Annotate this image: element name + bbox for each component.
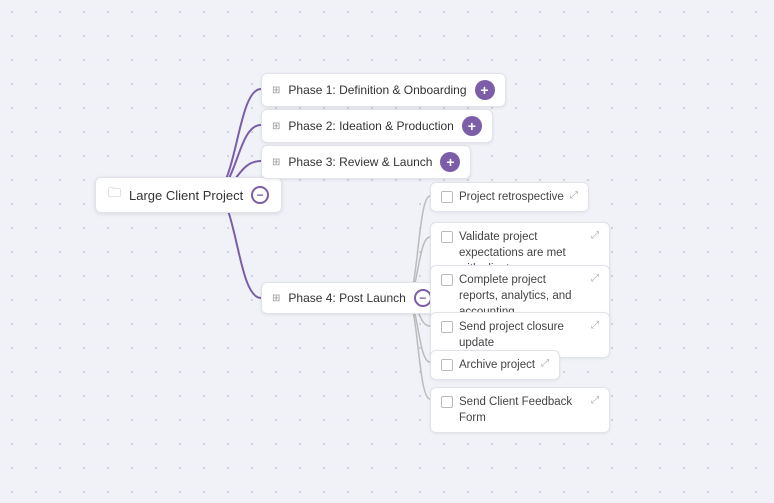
phase4-label: Phase 4: Post Launch <box>288 291 405 305</box>
phase2-label: Phase 2: Ideation & Production <box>288 119 453 133</box>
phase1-node[interactable]: ⊞ Phase 1: Definition & Onboarding + <box>261 73 506 107</box>
task1-label: Project retrospective <box>459 189 564 205</box>
grid-icon-phase3: ⊞ <box>272 157 280 168</box>
root-collapse-button[interactable]: − <box>251 186 269 204</box>
grid-icon-phase1: ⊞ <box>272 85 280 96</box>
task5-expand-icon[interactable]: ⤢ <box>541 357 549 371</box>
task6-label: Send Client Feedback Form <box>459 394 585 426</box>
task5-checkbox[interactable] <box>441 359 453 371</box>
phase4-node[interactable]: ⊞ Phase 4: Post Launch − <box>261 282 443 314</box>
mindmap-canvas: 🗀 Large Client Project − ⊞ Phase 1: Defi… <box>0 0 774 503</box>
task6-node[interactable]: Send Client Feedback Form ⤢ <box>430 387 610 433</box>
task5-node[interactable]: Archive project ⤢ <box>430 350 560 380</box>
phase3-add-button[interactable]: + <box>440 152 460 172</box>
task5-label: Archive project <box>459 357 535 373</box>
task4-checkbox[interactable] <box>441 321 453 333</box>
root-node[interactable]: 🗀 Large Client Project − <box>95 177 282 213</box>
task1-checkbox[interactable] <box>441 191 453 203</box>
task6-checkbox[interactable] <box>441 396 453 408</box>
task1-expand-icon[interactable]: ⤢ <box>570 189 578 203</box>
phase3-node[interactable]: ⊞ Phase 3: Review & Launch + <box>261 145 471 179</box>
phase2-node[interactable]: ⊞ Phase 2: Ideation & Production + <box>261 109 493 143</box>
task4-label: Send project closure update <box>459 319 585 351</box>
grid-icon-phase4: ⊞ <box>272 293 280 304</box>
task2-checkbox[interactable] <box>441 231 453 243</box>
task6-expand-icon[interactable]: ⤢ <box>591 394 599 408</box>
task4-expand-icon[interactable]: ⤢ <box>591 319 599 333</box>
phase2-add-button[interactable]: + <box>462 116 482 136</box>
folder-icon: 🗀 <box>108 184 121 206</box>
task3-expand-icon[interactable]: ⤢ <box>591 272 599 286</box>
phase1-add-button[interactable]: + <box>475 80 495 100</box>
phase3-label: Phase 3: Review & Launch <box>288 155 432 169</box>
grid-icon-phase2: ⊞ <box>272 121 280 132</box>
phase1-label: Phase 1: Definition & Onboarding <box>288 83 466 97</box>
task3-checkbox[interactable] <box>441 274 453 286</box>
root-label: Large Client Project <box>129 188 243 203</box>
task2-expand-icon[interactable]: ⤢ <box>591 229 599 243</box>
task1-node[interactable]: Project retrospective ⤢ <box>430 182 589 212</box>
